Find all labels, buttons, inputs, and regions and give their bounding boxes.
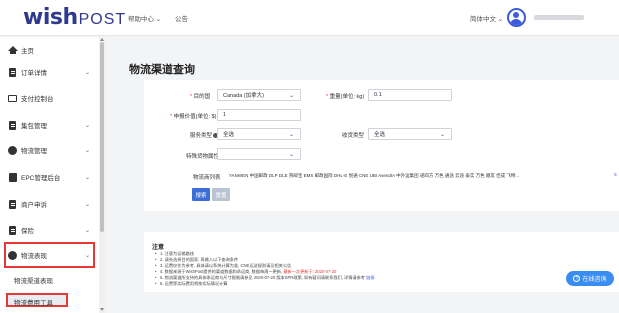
sidebar-item-consolidation[interactable]: 集包管理 ⌄ <box>0 112 100 138</box>
monitor-icon <box>8 94 17 103</box>
chevron-down-icon: ⌄ <box>288 92 294 99</box>
sidebar-item-insurance[interactable]: 保险 ⌄ <box>0 217 100 243</box>
sidebar-scrollbar-thumb[interactable] <box>100 42 104 232</box>
home-icon <box>7 45 18 55</box>
card-icon <box>8 172 17 182</box>
channel-list-label: 物流商列表 <box>193 175 221 181</box>
sidebar-item-label: 保险 <box>21 228 34 235</box>
scroll-up-arrow-icon[interactable] <box>100 38 104 41</box>
question-icon: ? <box>573 275 581 282</box>
chevron-down-icon: ⌄ <box>85 201 91 208</box>
scroll-down-arrow-icon[interactable] <box>100 308 104 311</box>
sidebar-item-logistics-performance[interactable]: 物流表现 ⌄ <box>4 242 95 268</box>
chevron-down-icon: ⌄ <box>288 131 294 138</box>
wishpost-logo[interactable]: wish POST <box>23 6 126 30</box>
user-avatar-icon[interactable] <box>507 8 526 27</box>
sidebar-subitem-shipping-cost-tool[interactable]: 物流费用工具 <box>14 297 53 307</box>
note-link[interactable]: 链接 <box>366 275 374 280</box>
service-type-select[interactable]: 全选 ⌄ <box>217 128 301 140</box>
chevron-down-icon: ⌄ <box>288 151 294 158</box>
sidebar-item-logistics[interactable]: 物流管理 ⌄ <box>0 137 100 163</box>
document-icon <box>8 199 17 209</box>
online-service-label: 在线咨询 <box>582 277 607 283</box>
chevron-down-icon: ⌄ <box>439 131 445 138</box>
channel-list-values[interactable]: YANWEN 中国邮政 DLP DLE 燕邮宝 EMS 邮政国际 DHL-E 悦… <box>229 173 519 179</box>
note-line: 6. 运费等实际费用将按实际情况计算 <box>155 281 228 287</box>
online-service-button[interactable]: ? 在线咨询 <box>566 271 614 286</box>
reset-button[interactable]: 重置 <box>212 188 230 201</box>
notes-title: 注意 <box>152 245 165 251</box>
page-title: 物流渠道查询 <box>129 64 195 76</box>
document-icon <box>8 225 17 235</box>
sidebar-item-label: 物流管理 <box>21 148 47 155</box>
chevron-down-icon: ⌄ <box>85 227 91 234</box>
nav-announcements[interactable]: 公告 <box>175 13 188 23</box>
language-selector[interactable]: 简体中文 ⌄ <box>470 13 503 23</box>
pickup-type-label: 收货类型 <box>342 133 365 139</box>
declared-value-input[interactable]: 1 <box>217 109 301 121</box>
chevron-down-icon: ⌄ <box>85 122 91 129</box>
top-header: wish POST 帮助中心 ⌄ 公告 简体中文 ⌄ <box>0 0 619 36</box>
chevron-up-icon: ⌄ <box>85 252 91 259</box>
sidebar-item-orders[interactable]: 订单详情 ⌄ <box>0 59 100 85</box>
service-type-label: 服务类型 <box>190 131 219 139</box>
document-icon <box>8 120 17 130</box>
declared-value-label: * 申报价值(单位: $) <box>170 114 217 120</box>
special-attr-label: 特殊货物属性 <box>186 154 220 160</box>
sidebar-item-label: 物流表现 <box>21 253 47 260</box>
chevron-down-icon: ⌄ <box>85 174 91 181</box>
chevron-down-icon: ⌄ <box>85 147 91 154</box>
note-highlight: 最新一次更新于: 2020-07-20 <box>283 269 337 274</box>
username-redacted[interactable] <box>534 15 584 20</box>
search-button[interactable]: 搜索 <box>192 188 210 201</box>
sidebar-item-label: 主页 <box>21 48 34 55</box>
sidebar: 主页 订单详情 ⌄ 支付控制台 集包管理 ⌄ 物流管理 ⌄ EPC管理后台 ⌄ … <box>0 37 105 313</box>
logo-post-text: POST <box>78 11 127 28</box>
document-icon <box>8 67 17 77</box>
sidebar-item-label: 商户申诉 <box>21 202 47 209</box>
sidebar-item-payment[interactable]: 支付控制台 <box>0 85 100 111</box>
destination-label: * 目的国 <box>190 94 211 100</box>
channel-expand-icon[interactable]: ≡ <box>614 172 617 178</box>
sidebar-item-label: 支付控制台 <box>21 96 54 103</box>
special-attr-select[interactable]: ⌄ <box>217 148 301 160</box>
nav-help-center[interactable]: 帮助中心 ⌄ <box>128 13 161 23</box>
pickup-type-select[interactable]: 全选 ⌄ <box>368 128 452 140</box>
sidebar-item-label: 集包管理 <box>21 123 47 130</box>
sidebar-item-epc[interactable]: EPC管理后台 ⌄ <box>0 164 100 190</box>
logo-wish-text: wish <box>23 5 78 30</box>
globe-icon <box>8 145 17 155</box>
sidebar-item-label: 订单详情 <box>21 70 47 77</box>
sidebar-item-label: EPC管理后台 <box>21 175 61 182</box>
chevron-down-icon: ⌄ <box>85 69 91 76</box>
sidebar-subitem-channel-performance[interactable]: 物流渠道表现 <box>14 275 53 285</box>
weight-input[interactable]: 0.1 <box>368 89 452 101</box>
weight-label: * 重量(单位: kg) <box>326 94 365 100</box>
destination-select[interactable]: Canada (加拿大) ⌄ <box>217 89 301 101</box>
globe-icon <box>8 250 17 260</box>
sidebar-item-appeals[interactable]: 商户申诉 ⌄ <box>0 191 100 217</box>
